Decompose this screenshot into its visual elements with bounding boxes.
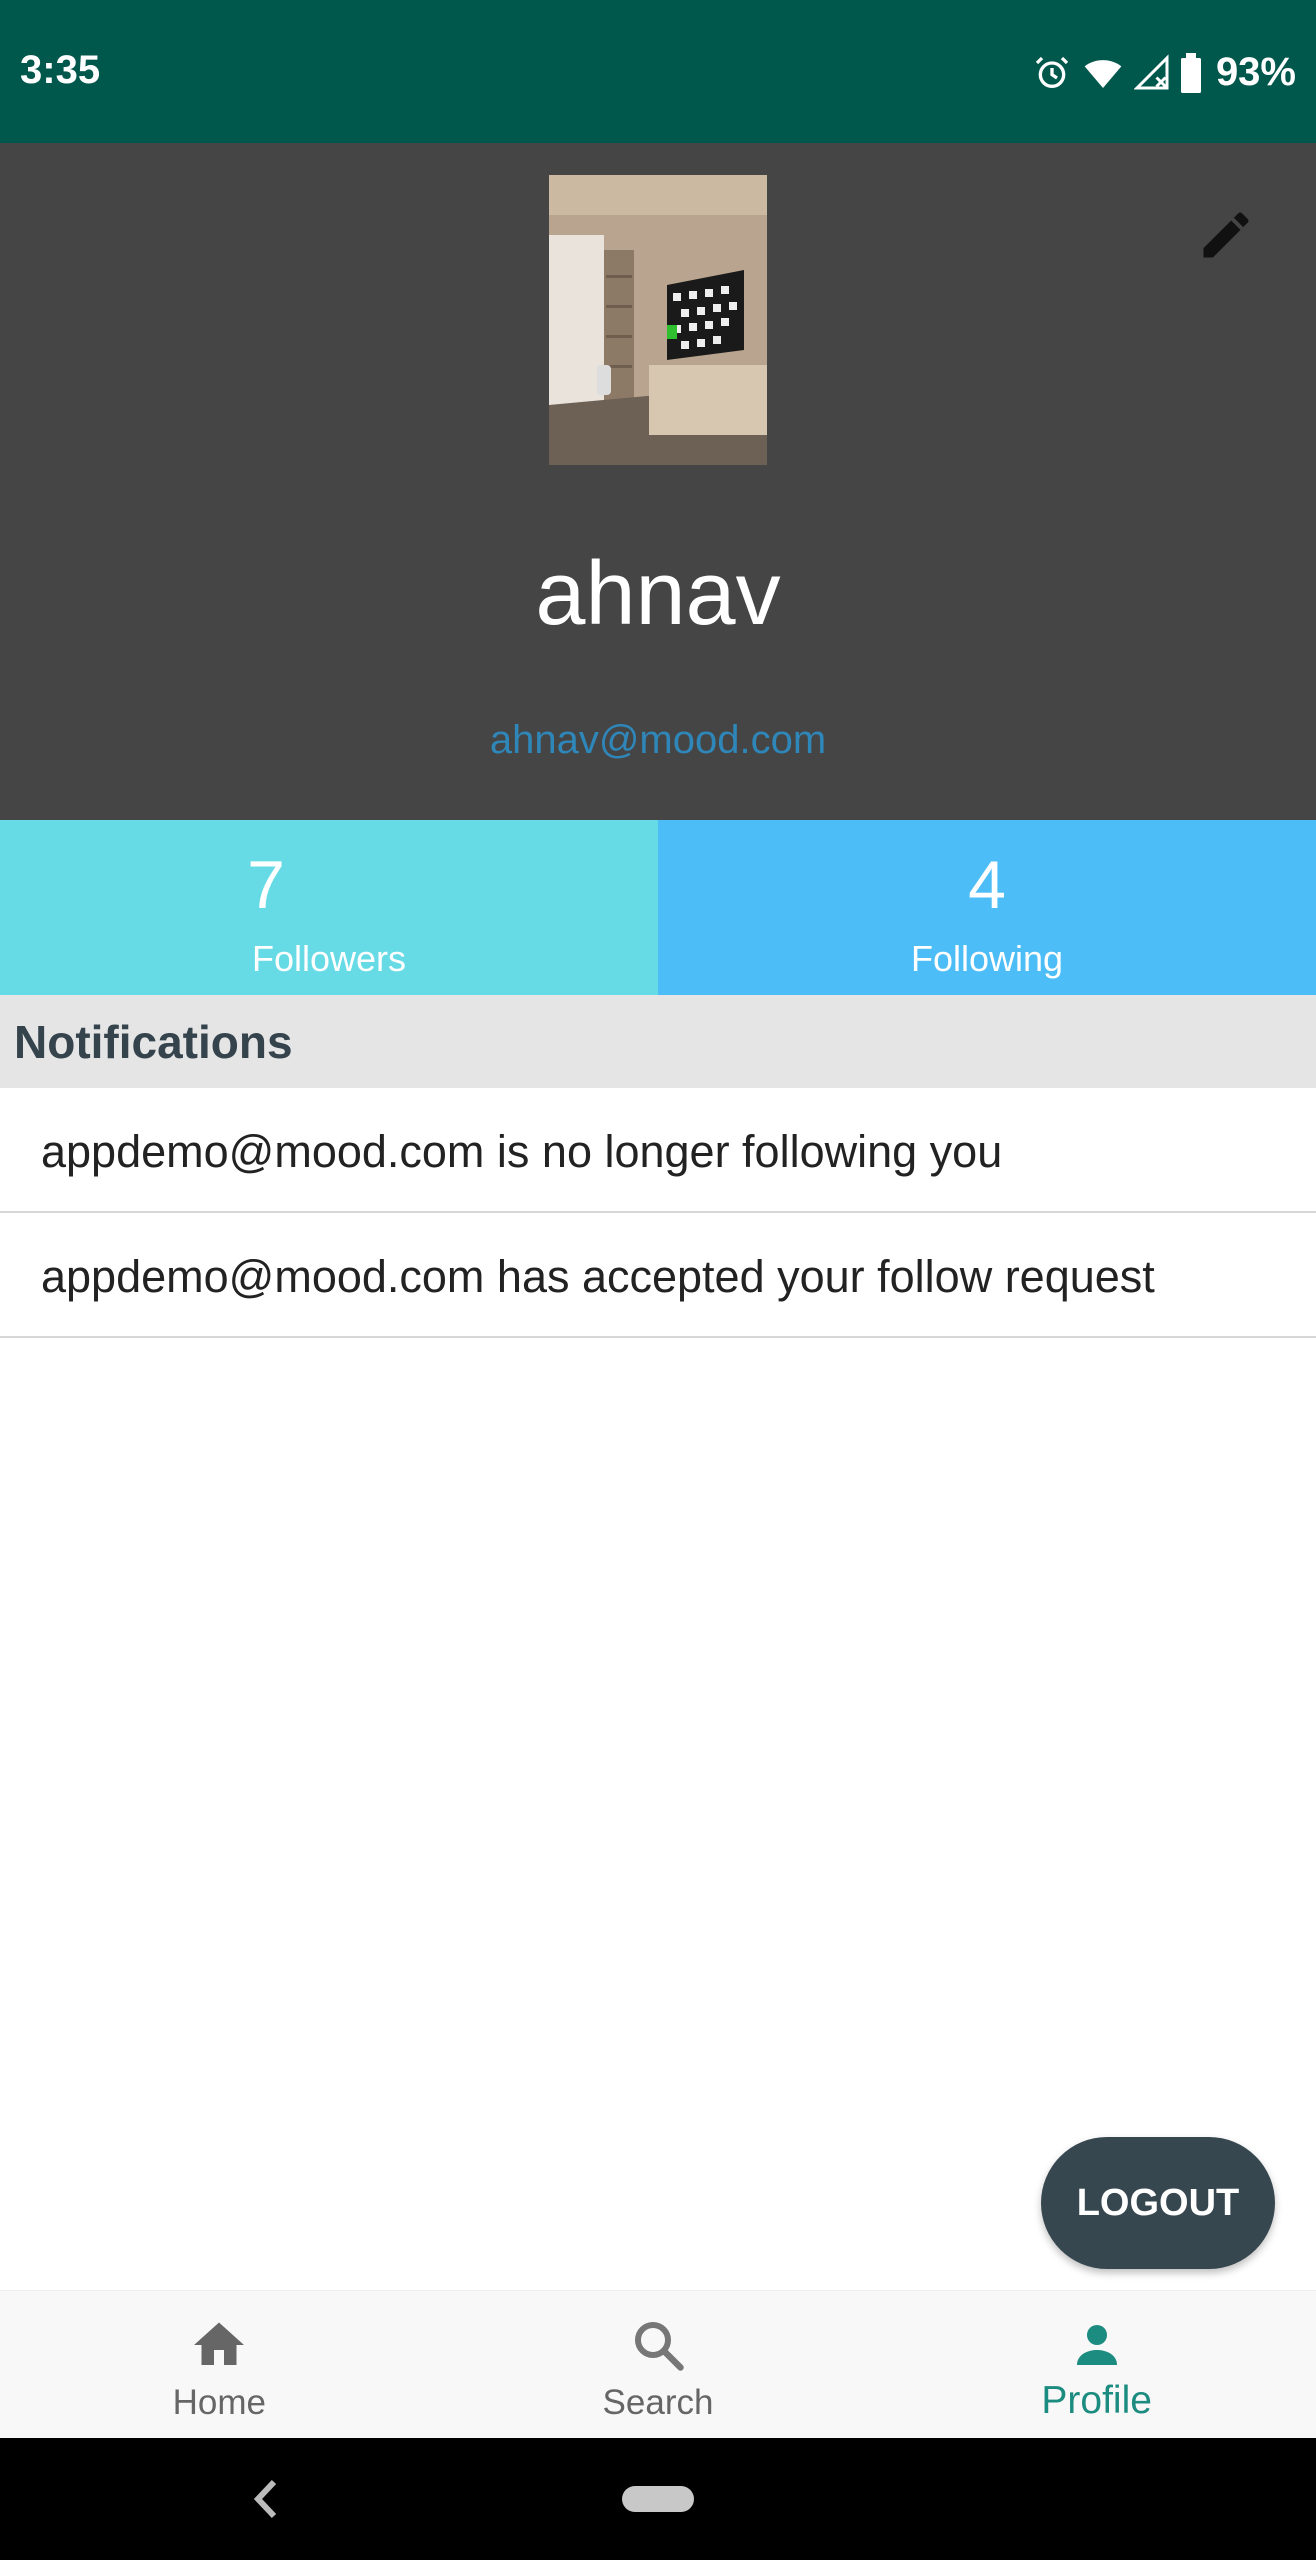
signal-icon xyxy=(1133,53,1169,89)
profile-stats: 7 Followers 4 Following xyxy=(0,820,1316,995)
wifi-icon xyxy=(1084,59,1122,88)
nav-item-home[interactable]: Home xyxy=(0,2291,439,2439)
profile-email: ahnav@mood.com xyxy=(489,718,827,762)
profile-header: ahnav ahnav@mood.com xyxy=(0,143,1316,820)
battery-percentage: 93% xyxy=(1215,50,1296,94)
profile-photo[interactable] xyxy=(549,175,767,465)
status-bar: 3:35 93% xyxy=(0,0,1316,143)
system-navigation-bar xyxy=(0,2438,1316,2560)
battery-icon xyxy=(1180,52,1201,93)
search-icon xyxy=(635,2322,684,2371)
following-label: Following xyxy=(910,938,1064,979)
bottom-navigation: Home Search Profile xyxy=(0,2290,1316,2439)
nav-label-search: Search xyxy=(602,2383,714,2422)
nav-label-home: Home xyxy=(172,2383,267,2422)
followers-stat[interactable]: 7 Followers xyxy=(0,820,658,995)
followers-count: 7 xyxy=(247,847,285,923)
notifications-header: Notifications xyxy=(0,995,1316,1088)
home-icon xyxy=(194,2322,245,2365)
following-count: 4 xyxy=(968,847,1006,923)
notifications-title: Notifications xyxy=(14,1016,293,1068)
person-icon xyxy=(1076,2325,1117,2365)
nav-item-profile[interactable]: Profile xyxy=(877,2291,1316,2439)
nav-label-profile: Profile xyxy=(1041,2379,1152,2422)
nav-item-search[interactable]: Search xyxy=(439,2291,878,2439)
back-icon[interactable] xyxy=(250,2476,280,2522)
home-pill[interactable] xyxy=(622,2486,694,2512)
profile-username: ahnav xyxy=(535,544,781,644)
list-item[interactable]: appdemo@mood.com is no longer following … xyxy=(0,1088,1316,1213)
notification-text: appdemo@mood.com has accepted your follo… xyxy=(41,1251,1155,1302)
alarm-icon xyxy=(1035,56,1069,88)
followers-label: Followers xyxy=(251,938,407,979)
following-stat[interactable]: 4 Following xyxy=(658,820,1316,995)
status-icons: 93% xyxy=(1032,50,1296,95)
pencil-icon[interactable] xyxy=(1196,205,1256,265)
list-item[interactable]: appdemo@mood.com has accepted your follo… xyxy=(0,1213,1316,1338)
status-time: 3:35 xyxy=(20,48,101,92)
logout-button[interactable]: LOGOUT xyxy=(1041,2137,1275,2269)
notifications-list: appdemo@mood.com is no longer following … xyxy=(0,1088,1316,1338)
notification-text: appdemo@mood.com is no longer following … xyxy=(41,1126,1003,1177)
